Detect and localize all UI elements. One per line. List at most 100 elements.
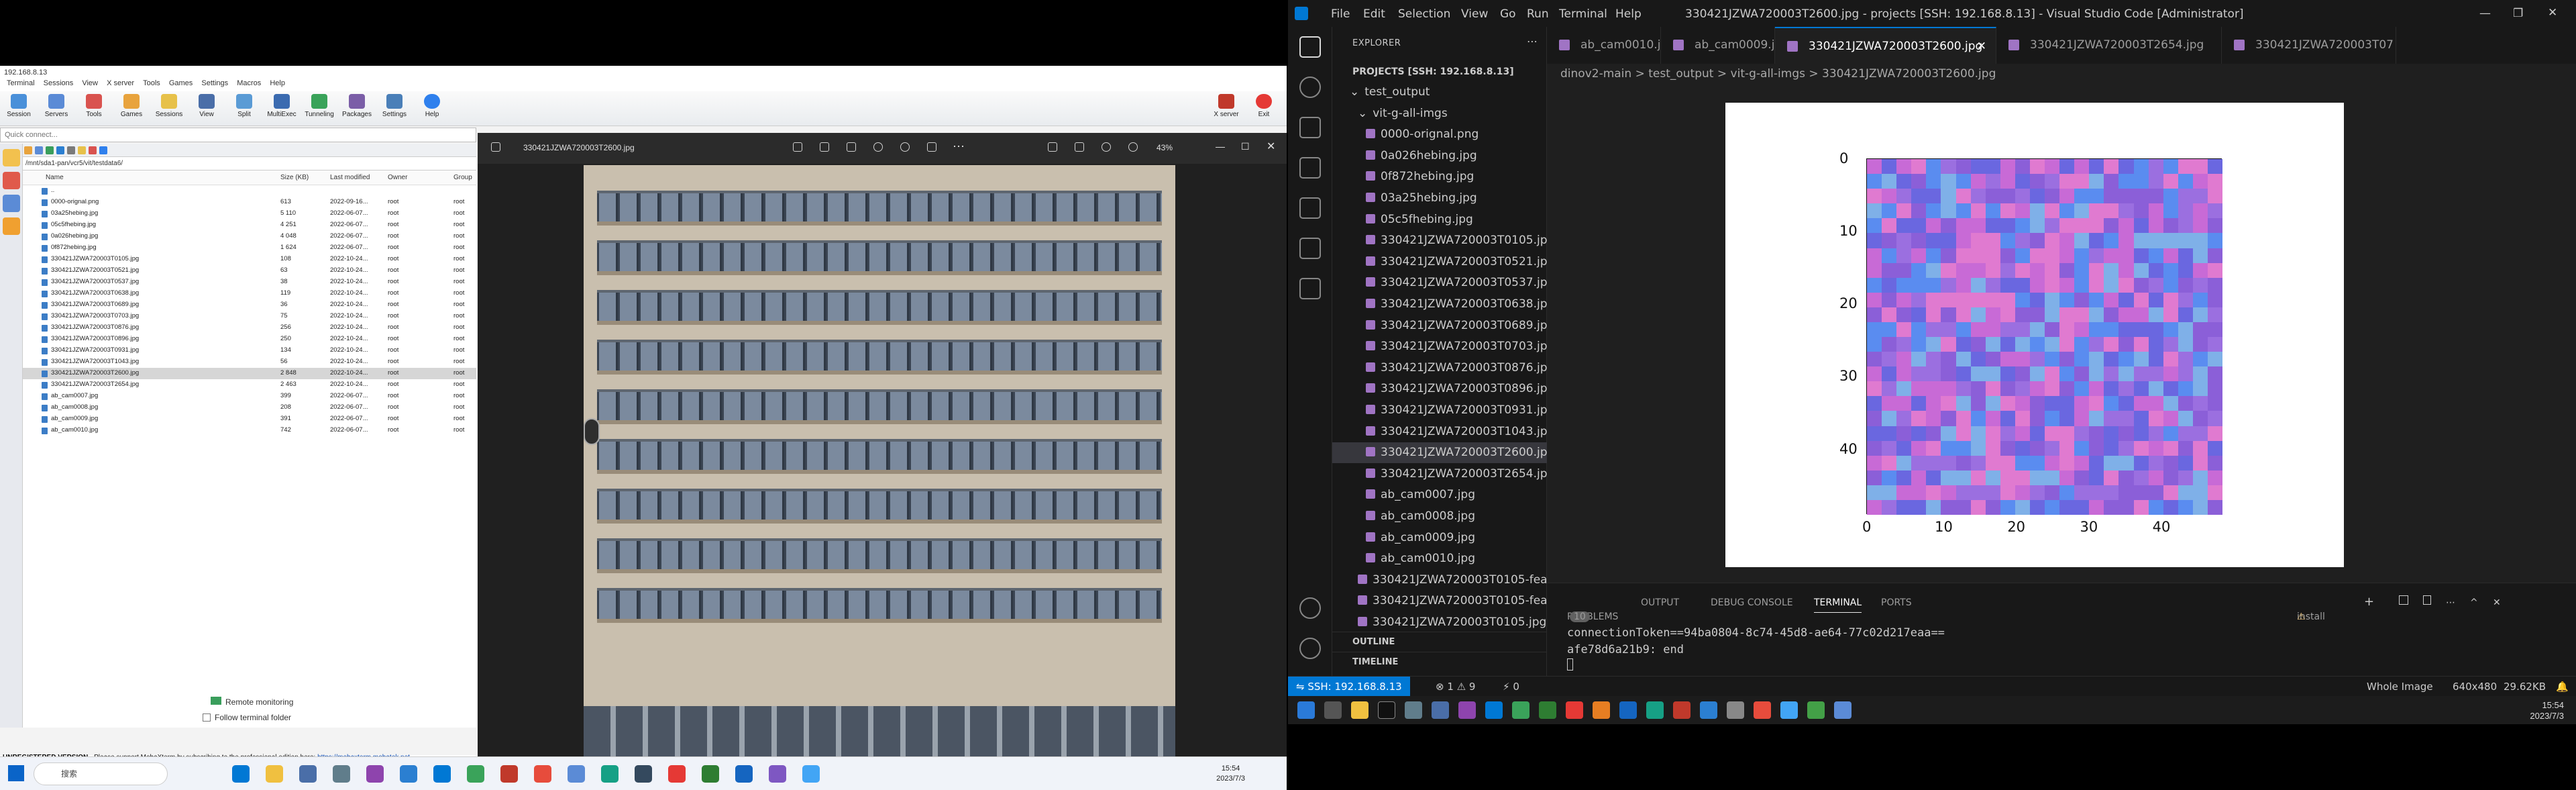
tree-file[interactable]: 330421JZWA720003T0537.jpg: [1332, 273, 1547, 293]
ports-status[interactable]: ⚡ 0: [1503, 677, 1519, 697]
app-icon-16[interactable]: [1834, 701, 1851, 719]
menu-xserver[interactable]: X server: [107, 79, 134, 87]
refresh-icon[interactable]: [56, 146, 64, 154]
rotate-icon[interactable]: [820, 142, 829, 152]
restore-icon[interactable]: ❐: [2513, 7, 2523, 20]
tree-file[interactable]: 330421JZWA720003T0105-features-v...: [1332, 570, 1547, 591]
tunneling-button[interactable]: Tunneling: [301, 94, 338, 118]
project-root[interactable]: PROJECTS [SSH: 192.168.8.13]: [1332, 63, 1547, 81]
tree-file[interactable]: 330421JZWA720003T0105.jpg: [1332, 612, 1547, 633]
tree-file[interactable]: 03a25hebing.jpg: [1332, 188, 1547, 209]
col-group[interactable]: Group: [453, 174, 472, 181]
search-icon[interactable]: [1299, 77, 1321, 98]
menu-view[interactable]: View: [1461, 7, 1488, 21]
tree-file[interactable]: 330421JZWA720003T0876.jpg: [1332, 358, 1547, 379]
terminal-output[interactable]: connectionToken==94ba0804-8c74-45d8-ae64…: [1567, 625, 1945, 671]
tab-330421jzwa720003t2654[interactable]: 330421JZWA720003T2654.jpg: [1996, 27, 2222, 64]
session-button[interactable]: Session: [0, 94, 38, 118]
tree-file[interactable]: ab_cam0009.jpg: [1332, 528, 1547, 548]
file-row[interactable]: 330421JZWA720003T0521.jpg 63 2022-10-24...…: [23, 265, 476, 277]
tree-file[interactable]: 330421JZWA720003T0521.jpg: [1332, 252, 1547, 273]
tree-file[interactable]: 0a026hebing.jpg: [1332, 146, 1547, 166]
file-row[interactable]: 330421JZWA720003T0931.jpg 134 2022-10-24..…: [23, 345, 476, 356]
exit-button[interactable]: Exit: [1245, 94, 1283, 118]
run-debug-icon[interactable]: [1299, 157, 1321, 179]
windows-start-icon[interactable]: [1297, 701, 1315, 719]
app-icon-8[interactable]: [568, 765, 585, 783]
file-row[interactable]: 330421JZWA720003T2654.jpg 2 463 2022-10-24…: [23, 379, 476, 391]
crumb-file[interactable]: 330421JZWA720003T2600.jpg: [1822, 67, 1996, 81]
info-icon[interactable]: [900, 142, 910, 152]
tree-file[interactable]: 330421JZWA720003T0896.jpg: [1332, 379, 1547, 399]
trash-icon[interactable]: [847, 142, 856, 152]
macros-side-icon[interactable]: [3, 217, 20, 235]
new-file-icon[interactable]: [67, 146, 75, 154]
tree-file[interactable]: ab_cam0007.jpg: [1332, 485, 1547, 505]
app-icon-11[interactable]: [668, 765, 686, 783]
explorer-icon[interactable]: [1299, 36, 1321, 58]
file-row[interactable]: 330421JZWA720003T1043.jpg 56 2022-10-24...…: [23, 356, 476, 368]
app-icon-10[interactable]: [1673, 701, 1690, 719]
app-icon-2[interactable]: [333, 765, 350, 783]
panel-more-icon[interactable]: ⋯: [2446, 597, 2455, 608]
file-row[interactable]: 330421JZWA720003T0537.jpg 38 2022-10-24...…: [23, 277, 476, 288]
games-button[interactable]: Games: [113, 94, 150, 118]
maximize-icon[interactable]: ☐: [1241, 141, 1250, 152]
sftp-path[interactable]: /mnt/sda1-pan/vcr5/vit/testdata6/: [23, 157, 476, 170]
vscode-taskbar-icon[interactable]: [433, 765, 451, 783]
whole-image-status[interactable]: Whole Image: [2367, 677, 2433, 697]
notifications-icon[interactable]: 🔔: [2556, 677, 2569, 697]
follow-folder-checkbox[interactable]: Follow terminal folder: [203, 713, 291, 722]
tree-file[interactable]: 330421JZWA720003T0105-features-v...: [1332, 591, 1547, 611]
app-icon-9[interactable]: [1646, 701, 1664, 719]
taskbar-search[interactable]: 搜索: [34, 762, 168, 785]
fullscreen-icon[interactable]: [1048, 142, 1057, 152]
remote-monitoring-toggle[interactable]: Remote monitoring: [211, 697, 293, 707]
file-row[interactable]: ..: [23, 185, 476, 197]
tree-file[interactable]: ab_cam0008.jpg: [1332, 506, 1547, 527]
app-icon-7[interactable]: [534, 765, 551, 783]
crumb-vit-g-all-imgs[interactable]: vit-g-all-imgs: [1731, 67, 1805, 81]
app-icon-10[interactable]: [635, 765, 652, 783]
file-row[interactable]: 330421JZWA720003T2600.jpg 2 848 2022-10-24…: [23, 368, 476, 379]
tab-330421jzwa720003t07[interactable]: 330421JZWA720003T07: [2222, 27, 2396, 64]
app-icon-5[interactable]: [1539, 701, 1556, 719]
download-icon[interactable]: [35, 146, 43, 154]
app-icon-15[interactable]: [1807, 701, 1825, 719]
panel-tab-terminal[interactable]: TERMINAL: [1814, 597, 1862, 613]
kill-terminal-icon[interactable]: [2423, 595, 2431, 605]
file-row[interactable]: 0000-orignal.png 613 2022-09-16... root root: [23, 197, 476, 208]
tree-file[interactable]: 05c5fhebing.jpg: [1332, 209, 1547, 230]
app-icon-15[interactable]: [802, 765, 820, 783]
file-row[interactable]: ab_cam0010.jpg 742 2022-06-07... root root: [23, 425, 476, 436]
fit-icon[interactable]: [1075, 142, 1084, 152]
tab-ab-cam0009[interactable]: ab_cam0009.jpg: [1661, 27, 1775, 64]
file-row[interactable]: 05c5fhebing.jpg 4 251 2022-06-07... root roo…: [23, 219, 476, 231]
zoom-out-icon[interactable]: [1102, 142, 1111, 152]
menu-selection[interactable]: Selection: [1398, 7, 1450, 21]
file-row[interactable]: 330421JZWA720003T0876.jpg 256 2022-10-24..…: [23, 322, 476, 334]
col-modified[interactable]: Last modified: [330, 174, 370, 181]
file-row[interactable]: ab_cam0009.jpg 391 2022-06-07... root root: [23, 413, 476, 425]
tree-file[interactable]: 330421JZWA720003T0931.jpg: [1332, 400, 1547, 421]
servers-button[interactable]: Servers: [38, 94, 75, 118]
split-button[interactable]: Split: [225, 94, 263, 118]
app-icon-4[interactable]: [1512, 701, 1529, 719]
tools-button[interactable]: Tools: [75, 94, 113, 118]
outline-section[interactable]: OUTLINE: [1332, 632, 1547, 652]
app-icon-13[interactable]: [1754, 701, 1771, 719]
properties-icon[interactable]: [99, 146, 107, 154]
new-terminal-icon[interactable]: +: [2364, 595, 2374, 609]
new-folder-icon[interactable]: [78, 146, 86, 154]
file-row[interactable]: 03a25hebing.jpg 5 110 2022-06-07... root roo…: [23, 208, 476, 219]
tree-file[interactable]: 330421JZWA720003T1043.jpg: [1332, 422, 1547, 442]
tree-file[interactable]: 330421JZWA720003T0689.jpg: [1332, 315, 1547, 336]
menu-terminal[interactable]: Terminal: [1559, 7, 1607, 21]
upload-icon[interactable]: [46, 146, 54, 154]
split-terminal-icon[interactable]: [2399, 595, 2408, 605]
problems-status[interactable]: ⊗ 1 ⚠ 9: [1436, 677, 1475, 697]
gallery-icon[interactable]: [491, 142, 500, 152]
close-panel-icon[interactable]: ✕: [2493, 597, 2501, 608]
app-icon-12[interactable]: [1727, 701, 1744, 719]
app-icon-12[interactable]: [702, 765, 719, 783]
